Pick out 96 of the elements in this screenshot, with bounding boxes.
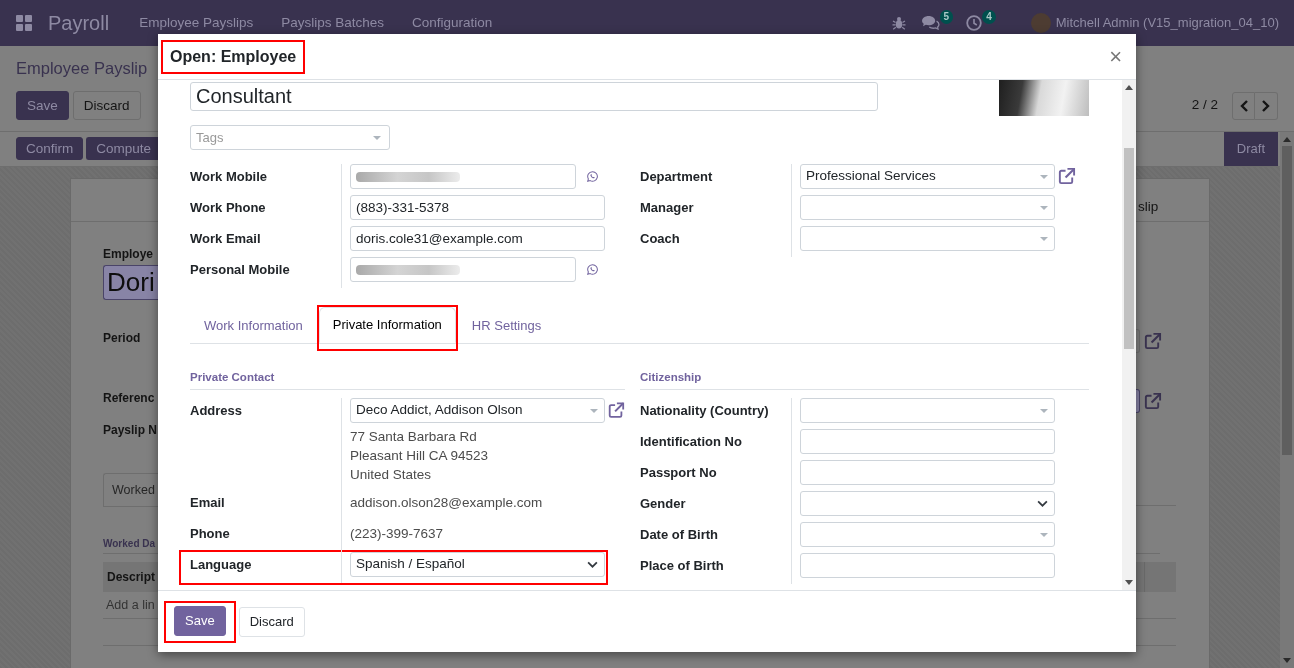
menu-item[interactable]: Payslips Batches bbox=[281, 15, 384, 31]
address-line: United States bbox=[350, 466, 432, 484]
caret-icon bbox=[1040, 205, 1048, 210]
field-value: (223)-399-7637 bbox=[350, 525, 444, 543]
scroll-up-icon[interactable] bbox=[1283, 137, 1291, 142]
chevron-left-icon bbox=[1239, 99, 1248, 112]
dropdown-field[interactable]: Professional Services bbox=[800, 164, 1055, 189]
input-field[interactable]: doris.cole31@example.com bbox=[350, 226, 605, 251]
dialog-tab[interactable]: HR Settings bbox=[457, 308, 556, 344]
field-label: Work Phone bbox=[190, 199, 267, 217]
header-text[interactable]: slip bbox=[1138, 199, 1159, 215]
confirm-button[interactable]: Confirm bbox=[16, 137, 84, 160]
caret-icon bbox=[1040, 408, 1048, 413]
field-label: Referenc bbox=[103, 391, 155, 406]
phone-bubble-icon[interactable] bbox=[587, 171, 598, 182]
field-label: Coach bbox=[640, 230, 681, 248]
chevron-right-icon bbox=[1262, 99, 1270, 112]
section-title: Citizenship bbox=[640, 370, 1089, 390]
field-label: Phone bbox=[190, 525, 231, 543]
save-button[interactable]: Save bbox=[174, 605, 226, 636]
dropdown-field[interactable]: Deco Addict, Addison Olson bbox=[350, 398, 605, 423]
caret-icon bbox=[1040, 236, 1048, 241]
dropdown-field[interactable] bbox=[800, 226, 1055, 251]
field-label: Personal Mobile bbox=[190, 261, 291, 279]
form-tab[interactable]: Worked bbox=[103, 473, 158, 506]
tags-field[interactable]: Tags bbox=[190, 125, 390, 150]
address-line: 77 Santa Barbara Rd bbox=[350, 428, 477, 446]
field-label: Language bbox=[190, 556, 253, 574]
clock-icon[interactable] bbox=[966, 15, 983, 31]
field-label: Period bbox=[103, 331, 141, 346]
caret-icon bbox=[1040, 532, 1048, 537]
scroll-down-icon[interactable] bbox=[1125, 580, 1133, 585]
dropdown-field[interactable] bbox=[800, 195, 1055, 220]
save-button[interactable]: Save bbox=[16, 91, 69, 120]
breadcrumb-link[interactable]: Employee Payslip bbox=[16, 56, 148, 80]
dialog-tab[interactable]: Work Information bbox=[190, 308, 317, 344]
scroll-down-icon[interactable] bbox=[1283, 658, 1291, 663]
field-label: Nationality (Country) bbox=[640, 402, 770, 420]
job-title-field[interactable]: Consultant bbox=[190, 82, 878, 111]
phone-bubble-icon[interactable] bbox=[587, 264, 598, 275]
field-label: Email bbox=[190, 494, 226, 512]
address-line: Pleasant Hill CA 94523 bbox=[350, 447, 489, 465]
field-label: Identification No bbox=[640, 433, 743, 451]
pager-value: 2 / 2 bbox=[1191, 96, 1218, 115]
field-label: Gender bbox=[640, 495, 687, 513]
chevron-down-icon bbox=[587, 561, 598, 568]
external-link-icon[interactable] bbox=[1057, 167, 1076, 186]
scroll-up-icon[interactable] bbox=[1125, 85, 1133, 90]
notification-badge: 5 bbox=[939, 10, 954, 24]
scrollbar-track[interactable] bbox=[1122, 80, 1136, 590]
dropdown-field[interactable] bbox=[800, 522, 1055, 547]
field-label: Work Email bbox=[190, 230, 262, 248]
chat-icon[interactable] bbox=[920, 15, 940, 30]
external-link-icon[interactable] bbox=[1143, 391, 1162, 411]
bug-icon[interactable] bbox=[891, 16, 906, 30]
input-field[interactable]: (883)-331-5378 bbox=[350, 195, 605, 220]
field-label: Address bbox=[190, 402, 244, 420]
field-value: addison.olson28@example.com bbox=[350, 494, 543, 512]
discard-button[interactable]: Discard bbox=[72, 91, 141, 120]
select-field[interactable]: Spanish / Español bbox=[350, 552, 605, 577]
dialog-title: Open: Employee bbox=[170, 46, 297, 67]
select-field[interactable] bbox=[800, 491, 1055, 516]
field-label: Manager bbox=[640, 199, 695, 217]
app-title: Payroll bbox=[48, 11, 110, 35]
apps-grid-icon[interactable] bbox=[16, 15, 32, 31]
previous-button[interactable] bbox=[1232, 91, 1255, 120]
field-label: Department bbox=[640, 168, 714, 186]
name-field[interactable]: Dori bbox=[103, 265, 158, 300]
field-label: Employe bbox=[103, 247, 153, 262]
external-link-icon[interactable] bbox=[1143, 331, 1162, 351]
menu-item[interactable]: Configuration bbox=[412, 15, 493, 31]
field-label: Passport No bbox=[640, 464, 718, 482]
caret-icon bbox=[590, 408, 598, 413]
compute-button[interactable]: Compute bbox=[86, 137, 159, 160]
scrollbar-thumb[interactable] bbox=[1124, 148, 1134, 349]
field-label: Date of Birth bbox=[640, 526, 719, 544]
external-link-icon[interactable] bbox=[607, 401, 625, 420]
field-label: Work Mobile bbox=[190, 168, 269, 186]
avatar[interactable] bbox=[1030, 13, 1051, 33]
dropdown-field[interactable] bbox=[800, 398, 1055, 423]
close-button[interactable]: × bbox=[1107, 45, 1124, 68]
menu-item[interactable]: Employee Payslips bbox=[139, 15, 254, 31]
chevron-down-icon bbox=[1037, 500, 1048, 507]
column-header: Descript bbox=[107, 569, 156, 585]
user-menu[interactable]: Mitchell Admin (V15_migration_04_10) bbox=[1055, 15, 1279, 31]
status-stage[interactable]: Draft bbox=[1223, 132, 1278, 166]
discard-button[interactable]: Discard bbox=[238, 606, 305, 637]
next-button[interactable] bbox=[1255, 91, 1278, 120]
scrollbar-thumb[interactable] bbox=[1282, 146, 1292, 455]
notification-badge: 4 bbox=[982, 10, 996, 24]
field-label: Payslip N bbox=[103, 423, 158, 438]
scrollbar-track[interactable] bbox=[1280, 132, 1294, 668]
add-line-link[interactable]: Add a lin bbox=[106, 597, 155, 613]
dialog-tab[interactable]: Private Information bbox=[318, 307, 456, 343]
section-title: Private Contact bbox=[190, 370, 625, 390]
field-label: Place of Birth bbox=[640, 557, 725, 575]
